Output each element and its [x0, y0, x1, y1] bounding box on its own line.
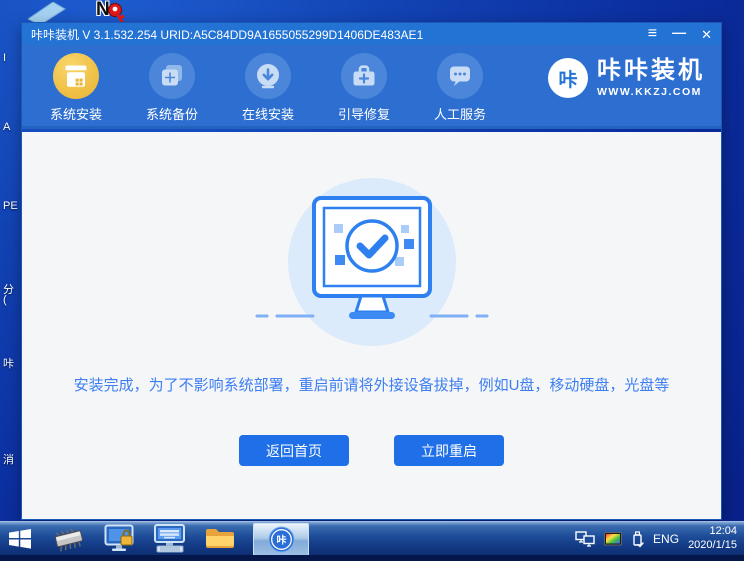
desktop-icon-n-key[interactable]: N: [96, 0, 126, 24]
nav-label: 人工服务: [434, 104, 486, 123]
taskbar-item-chip-tool[interactable]: [51, 525, 87, 553]
taskbar-item-security-monitor[interactable]: [104, 524, 136, 554]
monitor-lock-icon: [104, 524, 136, 554]
usb-eject-icon[interactable]: [631, 531, 644, 548]
windows-logo-icon: [6, 525, 34, 553]
kaka-glyph: 咔: [276, 533, 286, 546]
brand-logo: 咔 咔咔装机 WWW.KKZJ.COM: [548, 58, 705, 98]
nav-item-boot-repair[interactable]: 引导修复: [332, 53, 396, 123]
nav-items: 系统安装 系统备份: [44, 53, 492, 123]
taskbar-clock[interactable]: 12:04 2020/1/15: [688, 525, 737, 553]
minimize-icon[interactable]: —: [672, 25, 686, 39]
window-title: 咔咔装机 V 3.1.532.254 URID:A5C84DD9A1655055…: [31, 26, 648, 43]
window-controls: ≡ — ✕: [648, 26, 712, 42]
nav-item-system-backup[interactable]: 系统备份: [140, 53, 204, 123]
back-home-button[interactable]: 返回首页: [239, 435, 349, 466]
red-key-icon: [105, 2, 129, 24]
chat-bubble-icon: [437, 53, 483, 99]
taskbar: 咔: [0, 521, 744, 561]
clock-time: 12:04: [688, 525, 737, 539]
nav-item-customer-service[interactable]: 人工服务: [428, 53, 492, 123]
system-tray: ENG 12:04 2020/1/15: [575, 522, 737, 556]
toolbox-icon: [341, 53, 387, 99]
start-button[interactable]: [6, 525, 34, 553]
folder-icon: [204, 526, 236, 552]
desktop-label-fragment[interactable]: 消: [3, 451, 14, 467]
action-buttons: 返回首页 立即重启: [22, 435, 721, 466]
desktop: N I A PE 分 ( 咔 消 咔咔装机 V 3.1.532.254 URID…: [0, 0, 744, 561]
clock-date: 2020/1/15: [688, 539, 737, 553]
main-content: 安装完成，为了不影响系统部署，重启前请将外接设备拔掉，例如U盘，移动硬盘，光盘等…: [22, 132, 721, 519]
kaka-logo-icon: 咔: [548, 58, 588, 98]
taskbar-item-file-explorer[interactable]: [204, 526, 236, 552]
nav-label: 系统安装: [50, 104, 102, 123]
monitor-keyboard-icon: [153, 524, 187, 554]
logo-url: WWW.KKZJ.COM: [597, 86, 705, 98]
nav-item-system-install[interactable]: 系统安装: [44, 53, 108, 123]
status-message: 安装完成，为了不影响系统部署，重启前请将外接设备拔掉，例如U盘，移动硬盘，光盘等: [22, 374, 721, 395]
display-settings-icon[interactable]: [604, 532, 622, 547]
nav-label: 系统备份: [146, 104, 198, 123]
language-indicator[interactable]: ENG: [653, 532, 679, 546]
taskbar-item-kaka-installer[interactable]: 咔: [253, 523, 309, 556]
kaka-app-icon: 咔: [268, 526, 295, 553]
nav-label: 在线安装: [242, 104, 294, 123]
download-icon: [245, 53, 291, 99]
menu-icon[interactable]: ≡: [648, 26, 657, 42]
install-box-icon: [53, 53, 99, 99]
logo-title: 咔咔装机: [597, 59, 705, 83]
nav-label: 引导修复: [338, 104, 390, 123]
backup-tiles-icon: [149, 53, 195, 99]
desktop-label-fragment[interactable]: 咔: [3, 355, 14, 371]
taskbar-item-remote-desktop[interactable]: [153, 524, 187, 554]
nav-bar: 系统安装 系统备份: [22, 45, 721, 129]
desktop-label-fragment[interactable]: A: [3, 121, 10, 133]
taskbar-bottom-strip: [0, 555, 744, 561]
nav-item-online-install[interactable]: 在线安装: [236, 53, 300, 123]
kaka-installer-window: 咔咔装机 V 3.1.532.254 URID:A5C84DD9A1655055…: [21, 22, 722, 520]
network-icon[interactable]: [575, 531, 595, 547]
desktop-label-fragment[interactable]: I: [3, 52, 6, 64]
titlebar[interactable]: 咔咔装机 V 3.1.532.254 URID:A5C84DD9A1655055…: [22, 23, 721, 45]
chip-icon: [51, 525, 87, 553]
install-complete-illustration: [252, 176, 492, 352]
restart-now-button[interactable]: 立即重启: [394, 435, 504, 466]
desktop-label-fragment[interactable]: (: [3, 294, 7, 306]
close-icon[interactable]: ✕: [701, 28, 712, 41]
desktop-label-fragment[interactable]: PE: [3, 200, 18, 212]
